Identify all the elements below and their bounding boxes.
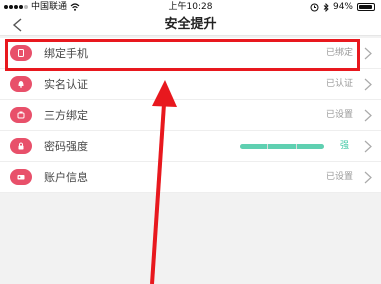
row-label: 绑定手机 [44, 47, 88, 60]
link-icon [10, 107, 32, 123]
chevron-right-icon [364, 47, 372, 60]
chevron-right-icon [364, 78, 372, 91]
status-right: 94% [310, 0, 375, 14]
row-real-name[interactable]: 实名认证 已认证 [0, 69, 381, 100]
card-icon [10, 169, 32, 185]
strength-segment [240, 144, 268, 149]
status-bar: 中国联通 上午10:28 94% [0, 0, 381, 14]
row-third-party[interactable]: 三方绑定 已设置 [0, 100, 381, 131]
password-strength-bar [240, 144, 324, 149]
row-password-strength[interactable]: 密码强度 强 [0, 131, 381, 162]
chevron-right-icon [364, 140, 372, 153]
row-label: 账户信息 [44, 171, 88, 184]
row-status: 已设置 [325, 172, 353, 182]
strength-segment [296, 144, 324, 149]
bluetooth-icon [323, 2, 329, 12]
chevron-right-icon [364, 171, 372, 184]
lock-icon [10, 138, 32, 154]
back-chevron-icon[interactable] [10, 17, 26, 33]
row-label: 密码强度 [44, 140, 88, 153]
row-status: 已认证 [325, 79, 353, 89]
row-status: 强 [339, 141, 349, 151]
row-status: 已绑定 [325, 48, 353, 58]
navigation-bar: 安全提升 [0, 14, 381, 36]
bell-icon [10, 76, 32, 92]
chevron-right-icon [364, 109, 372, 122]
alarm-icon [310, 3, 319, 11]
row-bind-phone[interactable]: 绑定手机 已绑定 [0, 38, 381, 69]
row-status: 已设置 [325, 110, 353, 120]
page-title: 安全提升 [164, 17, 217, 32]
phone-icon [10, 45, 32, 61]
row-account-info[interactable]: 账户信息 已设置 [0, 162, 381, 193]
battery-percent: 94% [332, 2, 353, 12]
security-list: 绑定手机 已绑定 实名认证 已认证 三方绑定 已设置 密码强度 强 账户信息 已… [0, 38, 381, 193]
battery-icon [357, 3, 375, 11]
strength-segment [268, 144, 296, 149]
row-label: 实名认证 [44, 78, 88, 91]
row-label: 三方绑定 [44, 109, 88, 122]
